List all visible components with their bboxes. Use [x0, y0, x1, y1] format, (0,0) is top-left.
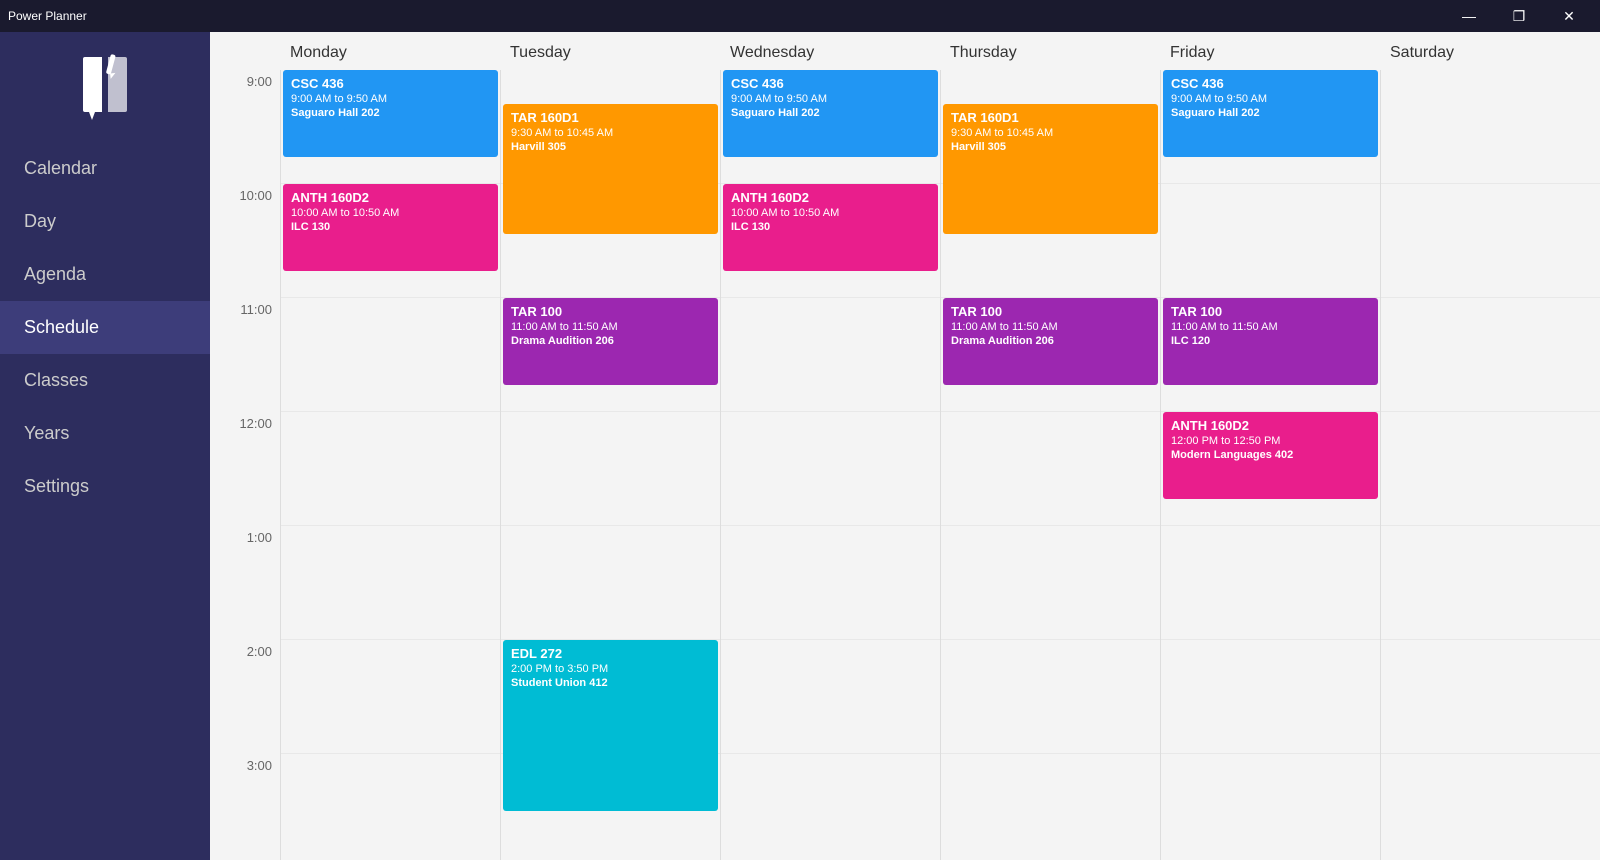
saturday-hour-6 [1381, 754, 1600, 860]
header-monday: Monday [280, 32, 500, 70]
days-container: CSC 436 9:00 AM to 9:50 AM Saguaro Hall … [280, 70, 1600, 860]
header-tuesday: Tuesday [500, 32, 720, 70]
time-100: 1:00 [210, 526, 280, 640]
schedule-grid: 9:00 10:00 11:00 12:00 1:00 2:00 3:00 [210, 70, 1600, 860]
monday-hour-3 [281, 412, 500, 526]
saturday-hour-4 [1381, 526, 1600, 640]
saturday-hour-1 [1381, 184, 1600, 298]
event-tue-edl272[interactable]: EDL 272 2:00 PM to 3:50 PM Student Union… [503, 640, 718, 811]
tuesday-hour-3 [501, 412, 720, 526]
sidebar-item-years[interactable]: Years [0, 407, 210, 460]
event-wed-csc436[interactable]: CSC 436 9:00 AM to 9:50 AM Saguaro Hall … [723, 70, 938, 157]
time-1200: 12:00 [210, 412, 280, 526]
logo-icon [75, 52, 135, 122]
wednesday-hour-2 [721, 298, 940, 412]
monday-hour-5 [281, 640, 500, 754]
event-mon-anth160d2[interactable]: ANTH 160D2 10:00 AM to 10:50 AM ILC 130 [283, 184, 498, 271]
header-wednesday: Wednesday [720, 32, 940, 70]
sidebar-item-day[interactable]: Day [0, 195, 210, 248]
sidebar-nav: Calendar Day Agenda Schedule Classes Yea… [0, 142, 210, 513]
sidebar-item-calendar[interactable]: Calendar [0, 142, 210, 195]
saturday-hour-2 [1381, 298, 1600, 412]
header-thursday: Thursday [940, 32, 1160, 70]
saturday-column [1380, 70, 1600, 860]
friday-hour-5 [1161, 640, 1380, 754]
sidebar-item-settings[interactable]: Settings [0, 460, 210, 513]
app-title: Power Planner [8, 9, 87, 23]
thursday-hour-5 [941, 640, 1160, 754]
header-friday: Friday [1160, 32, 1380, 70]
event-thu-tar100[interactable]: TAR 100 11:00 AM to 11:50 AM Drama Audit… [943, 298, 1158, 385]
monday-column: CSC 436 9:00 AM to 9:50 AM Saguaro Hall … [280, 70, 500, 860]
friday-hour-1 [1161, 184, 1380, 298]
monday-hour-6 [281, 754, 500, 860]
event-wed-anth160d2[interactable]: ANTH 160D2 10:00 AM to 10:50 AM ILC 130 [723, 184, 938, 271]
wednesday-hour-4 [721, 526, 940, 640]
app-container: Calendar Day Agenda Schedule Classes Yea… [0, 32, 1600, 860]
event-fri-tar100[interactable]: TAR 100 11:00 AM to 11:50 AM ILC 120 [1163, 298, 1378, 385]
sidebar: Calendar Day Agenda Schedule Classes Yea… [0, 32, 210, 860]
wednesday-hour-6 [721, 754, 940, 860]
time-column: 9:00 10:00 11:00 12:00 1:00 2:00 3:00 [210, 70, 280, 860]
event-fri-anth160d2[interactable]: ANTH 160D2 12:00 PM to 12:50 PM Modern L… [1163, 412, 1378, 499]
sidebar-item-agenda[interactable]: Agenda [0, 248, 210, 301]
time-1100: 11:00 [210, 298, 280, 412]
tuesday-column: TAR 160D1 9:30 AM to 10:45 AM Harvill 30… [500, 70, 720, 860]
thursday-hour-4 [941, 526, 1160, 640]
event-tue-tar100[interactable]: TAR 100 11:00 AM to 11:50 AM Drama Audit… [503, 298, 718, 385]
calendar-area: Monday Tuesday Wednesday Thursday Friday… [210, 32, 1600, 860]
event-mon-csc436[interactable]: CSC 436 9:00 AM to 9:50 AM Saguaro Hall … [283, 70, 498, 157]
wednesday-hour-5 [721, 640, 940, 754]
sidebar-item-classes[interactable]: Classes [0, 354, 210, 407]
time-200: 2:00 [210, 640, 280, 754]
thursday-hour-6 [941, 754, 1160, 860]
thursday-hour-3 [941, 412, 1160, 526]
friday-hour-6 [1161, 754, 1380, 860]
thursday-column: TAR 160D1 9:30 AM to 10:45 AM Harvill 30… [940, 70, 1160, 860]
day-headers: Monday Tuesday Wednesday Thursday Friday… [210, 32, 1600, 70]
app-logo [0, 32, 210, 132]
event-fri-csc436[interactable]: CSC 436 9:00 AM to 9:50 AM Saguaro Hall … [1163, 70, 1378, 157]
tuesday-hour-4 [501, 526, 720, 640]
titlebar: Power Planner — ❐ ✕ [0, 0, 1600, 32]
monday-hour-4 [281, 526, 500, 640]
friday-column: CSC 436 9:00 AM to 9:50 AM Saguaro Hall … [1160, 70, 1380, 860]
close-button[interactable]: ✕ [1546, 0, 1592, 32]
time-1000: 10:00 [210, 184, 280, 298]
sidebar-item-schedule[interactable]: Schedule [0, 301, 210, 354]
saturday-hour-5 [1381, 640, 1600, 754]
header-saturday: Saturday [1380, 32, 1600, 70]
maximize-button[interactable]: ❐ [1496, 0, 1542, 32]
saturday-hour-3 [1381, 412, 1600, 526]
saturday-hour-0 [1381, 70, 1600, 184]
wednesday-column: CSC 436 9:00 AM to 9:50 AM Saguaro Hall … [720, 70, 940, 860]
time-900: 9:00 [210, 70, 280, 184]
wednesday-hour-3 [721, 412, 940, 526]
friday-hour-4 [1161, 526, 1380, 640]
window-controls: — ❐ ✕ [1446, 0, 1592, 32]
time-300: 3:00 [210, 754, 280, 860]
event-thu-tar160d1[interactable]: TAR 160D1 9:30 AM to 10:45 AM Harvill 30… [943, 104, 1158, 234]
monday-hour-2 [281, 298, 500, 412]
event-tue-tar160d1[interactable]: TAR 160D1 9:30 AM to 10:45 AM Harvill 30… [503, 104, 718, 234]
minimize-button[interactable]: — [1446, 0, 1492, 32]
